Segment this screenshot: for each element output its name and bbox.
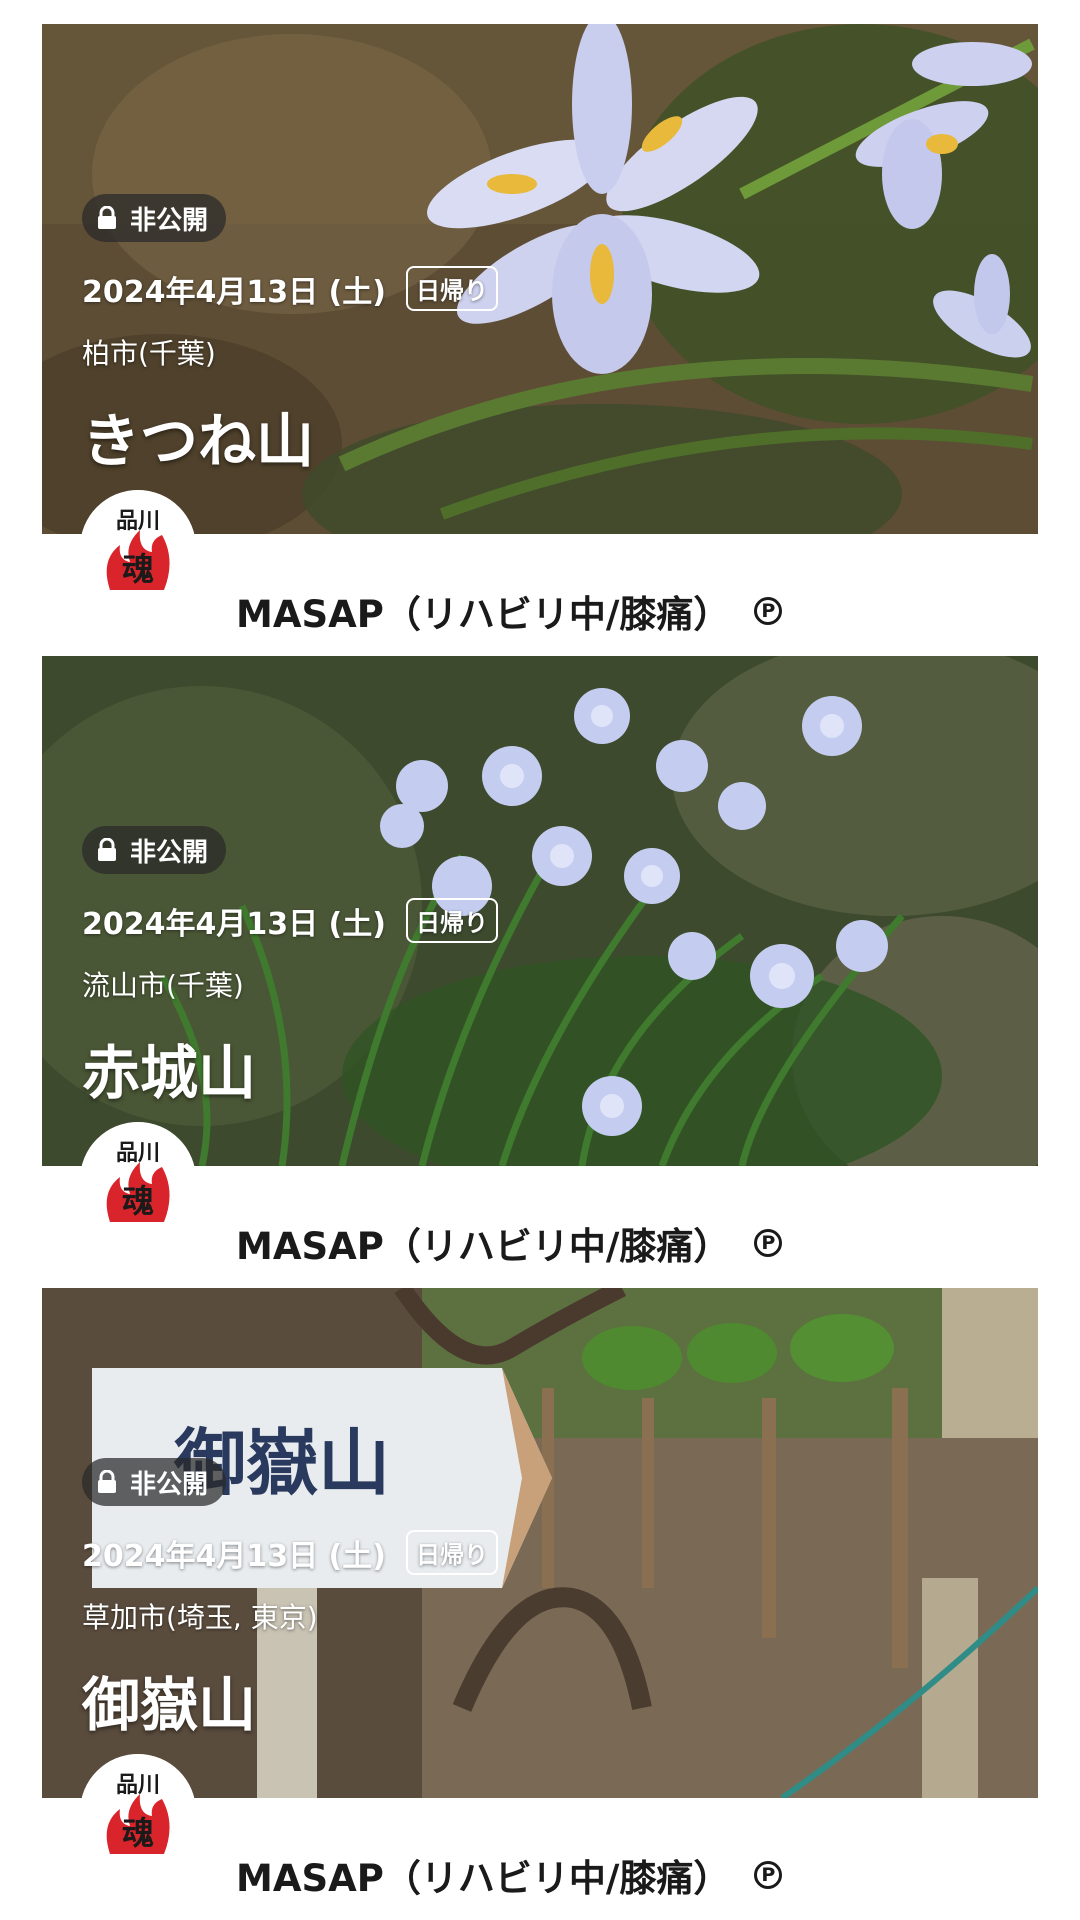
trip-type-tag: 日帰り: [405, 898, 498, 943]
svg-text:魂: 魂: [122, 550, 154, 588]
flame-logo-avatar: 品川 魂: [80, 1754, 196, 1870]
user-avatar[interactable]: 品川 魂: [80, 1122, 196, 1238]
svg-text:品川: 品川: [116, 1772, 160, 1798]
private-label: 非公開: [130, 1469, 209, 1500]
activity-card[interactable]: 非公開 2024年4月13日 (土) 日帰り 流山市(千葉) 赤城山 品川 魂 …: [0, 656, 1080, 1286]
activity-photo[interactable]: 非公開 2024年4月13日 (土) 日帰り 流山市(千葉) 赤城山: [42, 656, 1038, 1166]
premium-p-icon: P: [754, 597, 783, 625]
user-avatar[interactable]: 品川 魂: [80, 490, 196, 606]
svg-text:品川: 品川: [116, 508, 160, 534]
private-label: 非公開: [130, 205, 209, 236]
svg-text:魂: 魂: [122, 1814, 154, 1852]
lock-icon: [98, 206, 116, 229]
activity-date: 2024年4月13日 (土): [82, 274, 386, 310]
activity-photo[interactable]: 非公開 2024年4月13日 (土) 日帰り 柏市(千葉) きつね山: [42, 24, 1038, 534]
svg-text:品川: 品川: [116, 1140, 160, 1166]
premium-p-icon: P: [754, 1229, 783, 1257]
private-label: 非公開: [130, 837, 209, 868]
premium-p-icon: P: [754, 1861, 783, 1889]
trip-type-tag: 日帰り: [405, 1530, 498, 1575]
username[interactable]: MASAP（リハビリ中/膝痛）: [236, 1216, 730, 1270]
lock-icon: [98, 1470, 116, 1493]
flame-logo-avatar: 品川 魂: [80, 490, 196, 606]
username[interactable]: MASAP（リハビリ中/膝痛）: [236, 1848, 730, 1902]
user-avatar[interactable]: 品川 魂: [80, 1754, 196, 1870]
svg-text:魂: 魂: [122, 1182, 154, 1220]
mountain-title: 赤城山: [82, 1039, 257, 1107]
activity-location: 柏市(千葉): [82, 337, 216, 370]
activity-card[interactable]: 非公開 2024年4月13日 (土) 日帰り 柏市(千葉) きつね山 品川 魂 …: [0, 24, 1080, 654]
private-badge: 非公開: [82, 1458, 227, 1506]
activity-date: 2024年4月13日 (土): [82, 1538, 386, 1574]
activity-location: 流山市(千葉): [82, 969, 244, 1002]
lock-icon: [98, 838, 116, 861]
flame-logo-avatar: 品川 魂: [80, 1122, 196, 1238]
mountain-title: 御嶽山: [82, 1671, 257, 1739]
activity-card[interactable]: 御嶽山 非公開 2024年4月13日 (土) 日帰り 草加市(埼玉, 東京) 御…: [0, 1288, 1080, 1918]
mountain-title: きつね山: [82, 407, 315, 475]
private-badge: 非公開: [82, 826, 227, 874]
username[interactable]: MASAP（リハビリ中/膝痛）: [236, 584, 730, 638]
private-badge: 非公開: [82, 194, 227, 242]
activity-photo[interactable]: 御嶽山 非公開 2024年4月13日 (土) 日帰り 草加市(埼玉, 東京) 御…: [42, 1288, 1038, 1798]
activity-date: 2024年4月13日 (土): [82, 906, 386, 942]
activity-location: 草加市(埼玉, 東京): [82, 1601, 318, 1634]
trip-type-tag: 日帰り: [405, 266, 498, 311]
